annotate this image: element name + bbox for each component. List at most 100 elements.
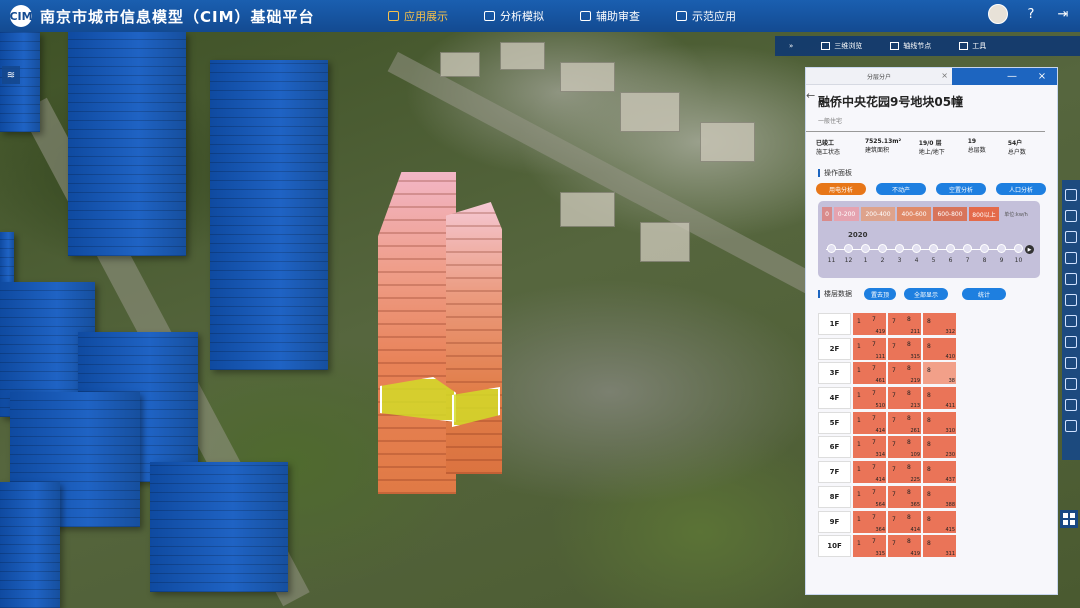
household-cell[interactable]: 8 437	[923, 461, 956, 484]
3d-browse-button[interactable]: 三维浏览	[807, 36, 876, 56]
back-arrow-icon[interactable]: ←	[806, 89, 815, 102]
month-dot[interactable]: 3	[891, 244, 908, 264]
home-icon[interactable]	[1065, 273, 1077, 285]
household-cell[interactable]: 8 38	[923, 362, 956, 385]
selected-building-tower-b[interactable]	[446, 202, 502, 474]
month-dot[interactable]: 11	[823, 244, 840, 264]
household-cell[interactable]: 8 388	[923, 485, 956, 508]
close-tab-icon[interactable]: ×	[941, 71, 948, 80]
floor-label[interactable]: 6F	[818, 436, 851, 459]
month-dot[interactable]: 9	[993, 244, 1010, 264]
help-icon[interactable]: ?	[1022, 5, 1040, 23]
tools-button[interactable]: 工具	[945, 36, 1000, 56]
eye-icon[interactable]	[1065, 189, 1077, 201]
household-cell[interactable]: 1 7 564	[853, 485, 886, 508]
household-value: 38	[948, 378, 955, 385]
floor-label[interactable]: 1F	[818, 313, 851, 335]
nav-app-display[interactable]: 应用展示	[370, 0, 466, 32]
household-cell[interactable]: 7 8 225	[888, 461, 921, 484]
household-value: 414	[910, 526, 920, 533]
info-icon[interactable]	[1065, 399, 1077, 411]
household-cell[interactable]: 7 8 213	[888, 387, 921, 410]
month-dot[interactable]: 2	[874, 244, 891, 264]
household-cell[interactable]: 8 411	[923, 387, 956, 410]
month-dot[interactable]: 6	[942, 244, 959, 264]
vacancy-analysis-button[interactable]: 空置分析	[936, 183, 986, 195]
document-icon[interactable]	[1065, 231, 1077, 243]
household-cell[interactable]: 7 8 365	[888, 485, 921, 508]
box-icon[interactable]	[1065, 378, 1077, 390]
household-cell[interactable]: 1 7 111	[853, 337, 886, 360]
month-dot[interactable]: 4	[908, 244, 925, 264]
household-cell[interactable]: 8 311	[923, 535, 956, 558]
household-cell[interactable]: 7 8 219	[888, 362, 921, 385]
axis-node-button[interactable]: 轴线节点	[876, 36, 945, 56]
household-value: 312	[945, 329, 955, 335]
household-cell[interactable]: 8 230	[923, 436, 956, 459]
close-icon[interactable]: ×	[1027, 71, 1057, 82]
select-icon[interactable]	[1065, 210, 1077, 222]
legend-item: 400-600	[897, 207, 931, 221]
floor-label[interactable]: 8F	[818, 485, 851, 508]
household-cell[interactable]: 7 8 414	[888, 510, 921, 533]
floor-label[interactable]: 4F	[818, 387, 851, 410]
household-cell[interactable]: 7 8 419	[888, 535, 921, 558]
household-cell[interactable]: 1 7 419	[853, 313, 886, 335]
household-cell[interactable]: 8 312	[923, 313, 956, 335]
household-cell[interactable]: 1 7 414	[853, 411, 886, 434]
apps-grid-icon[interactable]	[1060, 510, 1078, 528]
floor-label[interactable]: 10F	[818, 535, 851, 558]
real-estate-button[interactable]: 不动产	[876, 183, 926, 195]
month-dot[interactable]: 5	[925, 244, 942, 264]
household-cell[interactable]: 1 7 315	[853, 535, 886, 558]
household-value: 7	[892, 367, 896, 375]
household-cell[interactable]: 7 8 211	[888, 313, 921, 335]
household-cell[interactable]: 8 415	[923, 510, 956, 533]
population-analysis-button[interactable]: 人口分析	[996, 183, 1046, 195]
month-dot[interactable]: 1	[857, 244, 874, 264]
camera-icon[interactable]	[1065, 315, 1077, 327]
toolbox-icon	[959, 42, 969, 50]
building-icon[interactable]	[1065, 294, 1077, 306]
floor-label[interactable]: 7F	[818, 461, 851, 484]
month-dot[interactable]: 12	[840, 244, 857, 264]
household-cell[interactable]: 7 8 261	[888, 411, 921, 434]
household-cell[interactable]: 8 310	[923, 411, 956, 434]
month-dot[interactable]: 7	[959, 244, 976, 264]
statistics-button[interactable]: 统计	[962, 288, 1006, 300]
floor-label[interactable]: 2F	[818, 337, 851, 360]
3d-icon[interactable]	[1065, 420, 1077, 432]
collapse-button[interactable]: »	[775, 36, 807, 56]
month-dot[interactable]: 8	[976, 244, 993, 264]
household-cell[interactable]: 1 7 461	[853, 362, 886, 385]
floor-label[interactable]: 5F	[818, 411, 851, 434]
nav-analysis[interactable]: 分析模拟	[466, 0, 562, 32]
household-cell[interactable]: 1 7 364	[853, 510, 886, 533]
minimize-icon[interactable]: —	[997, 71, 1027, 82]
show-all-button[interactable]: 全部显示	[904, 288, 948, 300]
household-cell[interactable]: 7 8 315	[888, 337, 921, 360]
floor-label[interactable]: 9F	[818, 510, 851, 533]
household-cell[interactable]: 1 7 314	[853, 436, 886, 459]
hide-top-button[interactable]: 置去顶	[864, 288, 896, 300]
nav-label: 分析模拟	[500, 10, 544, 23]
tab-label: 分层分户	[866, 73, 891, 81]
household-cell[interactable]: 1 7 414	[853, 461, 886, 484]
measure-icon[interactable]	[1065, 357, 1077, 369]
household-cell[interactable]: 8 410	[923, 337, 956, 360]
play-icon[interactable]: ▶	[1025, 245, 1034, 254]
household-cell[interactable]: 7 8 109	[888, 436, 921, 459]
household-value: 510	[875, 403, 885, 410]
nav-demo[interactable]: 示范应用	[658, 0, 754, 32]
household-cell[interactable]: 1 7 510	[853, 387, 886, 410]
selected-building-tower-a[interactable]	[378, 172, 456, 494]
logout-icon[interactable]: ⇥	[1054, 5, 1072, 23]
nav-review[interactable]: 辅助审查	[562, 0, 658, 32]
list-icon[interactable]	[1065, 252, 1077, 264]
power-analysis-button[interactable]: 用电分析	[816, 183, 866, 195]
floor-label[interactable]: 3F	[818, 362, 851, 385]
checker-icon[interactable]	[1065, 336, 1077, 348]
tab-floor-household[interactable]: 分层分户 ×	[806, 68, 952, 85]
layers-icon[interactable]: ≋	[2, 66, 20, 84]
user-avatar[interactable]	[988, 4, 1008, 24]
